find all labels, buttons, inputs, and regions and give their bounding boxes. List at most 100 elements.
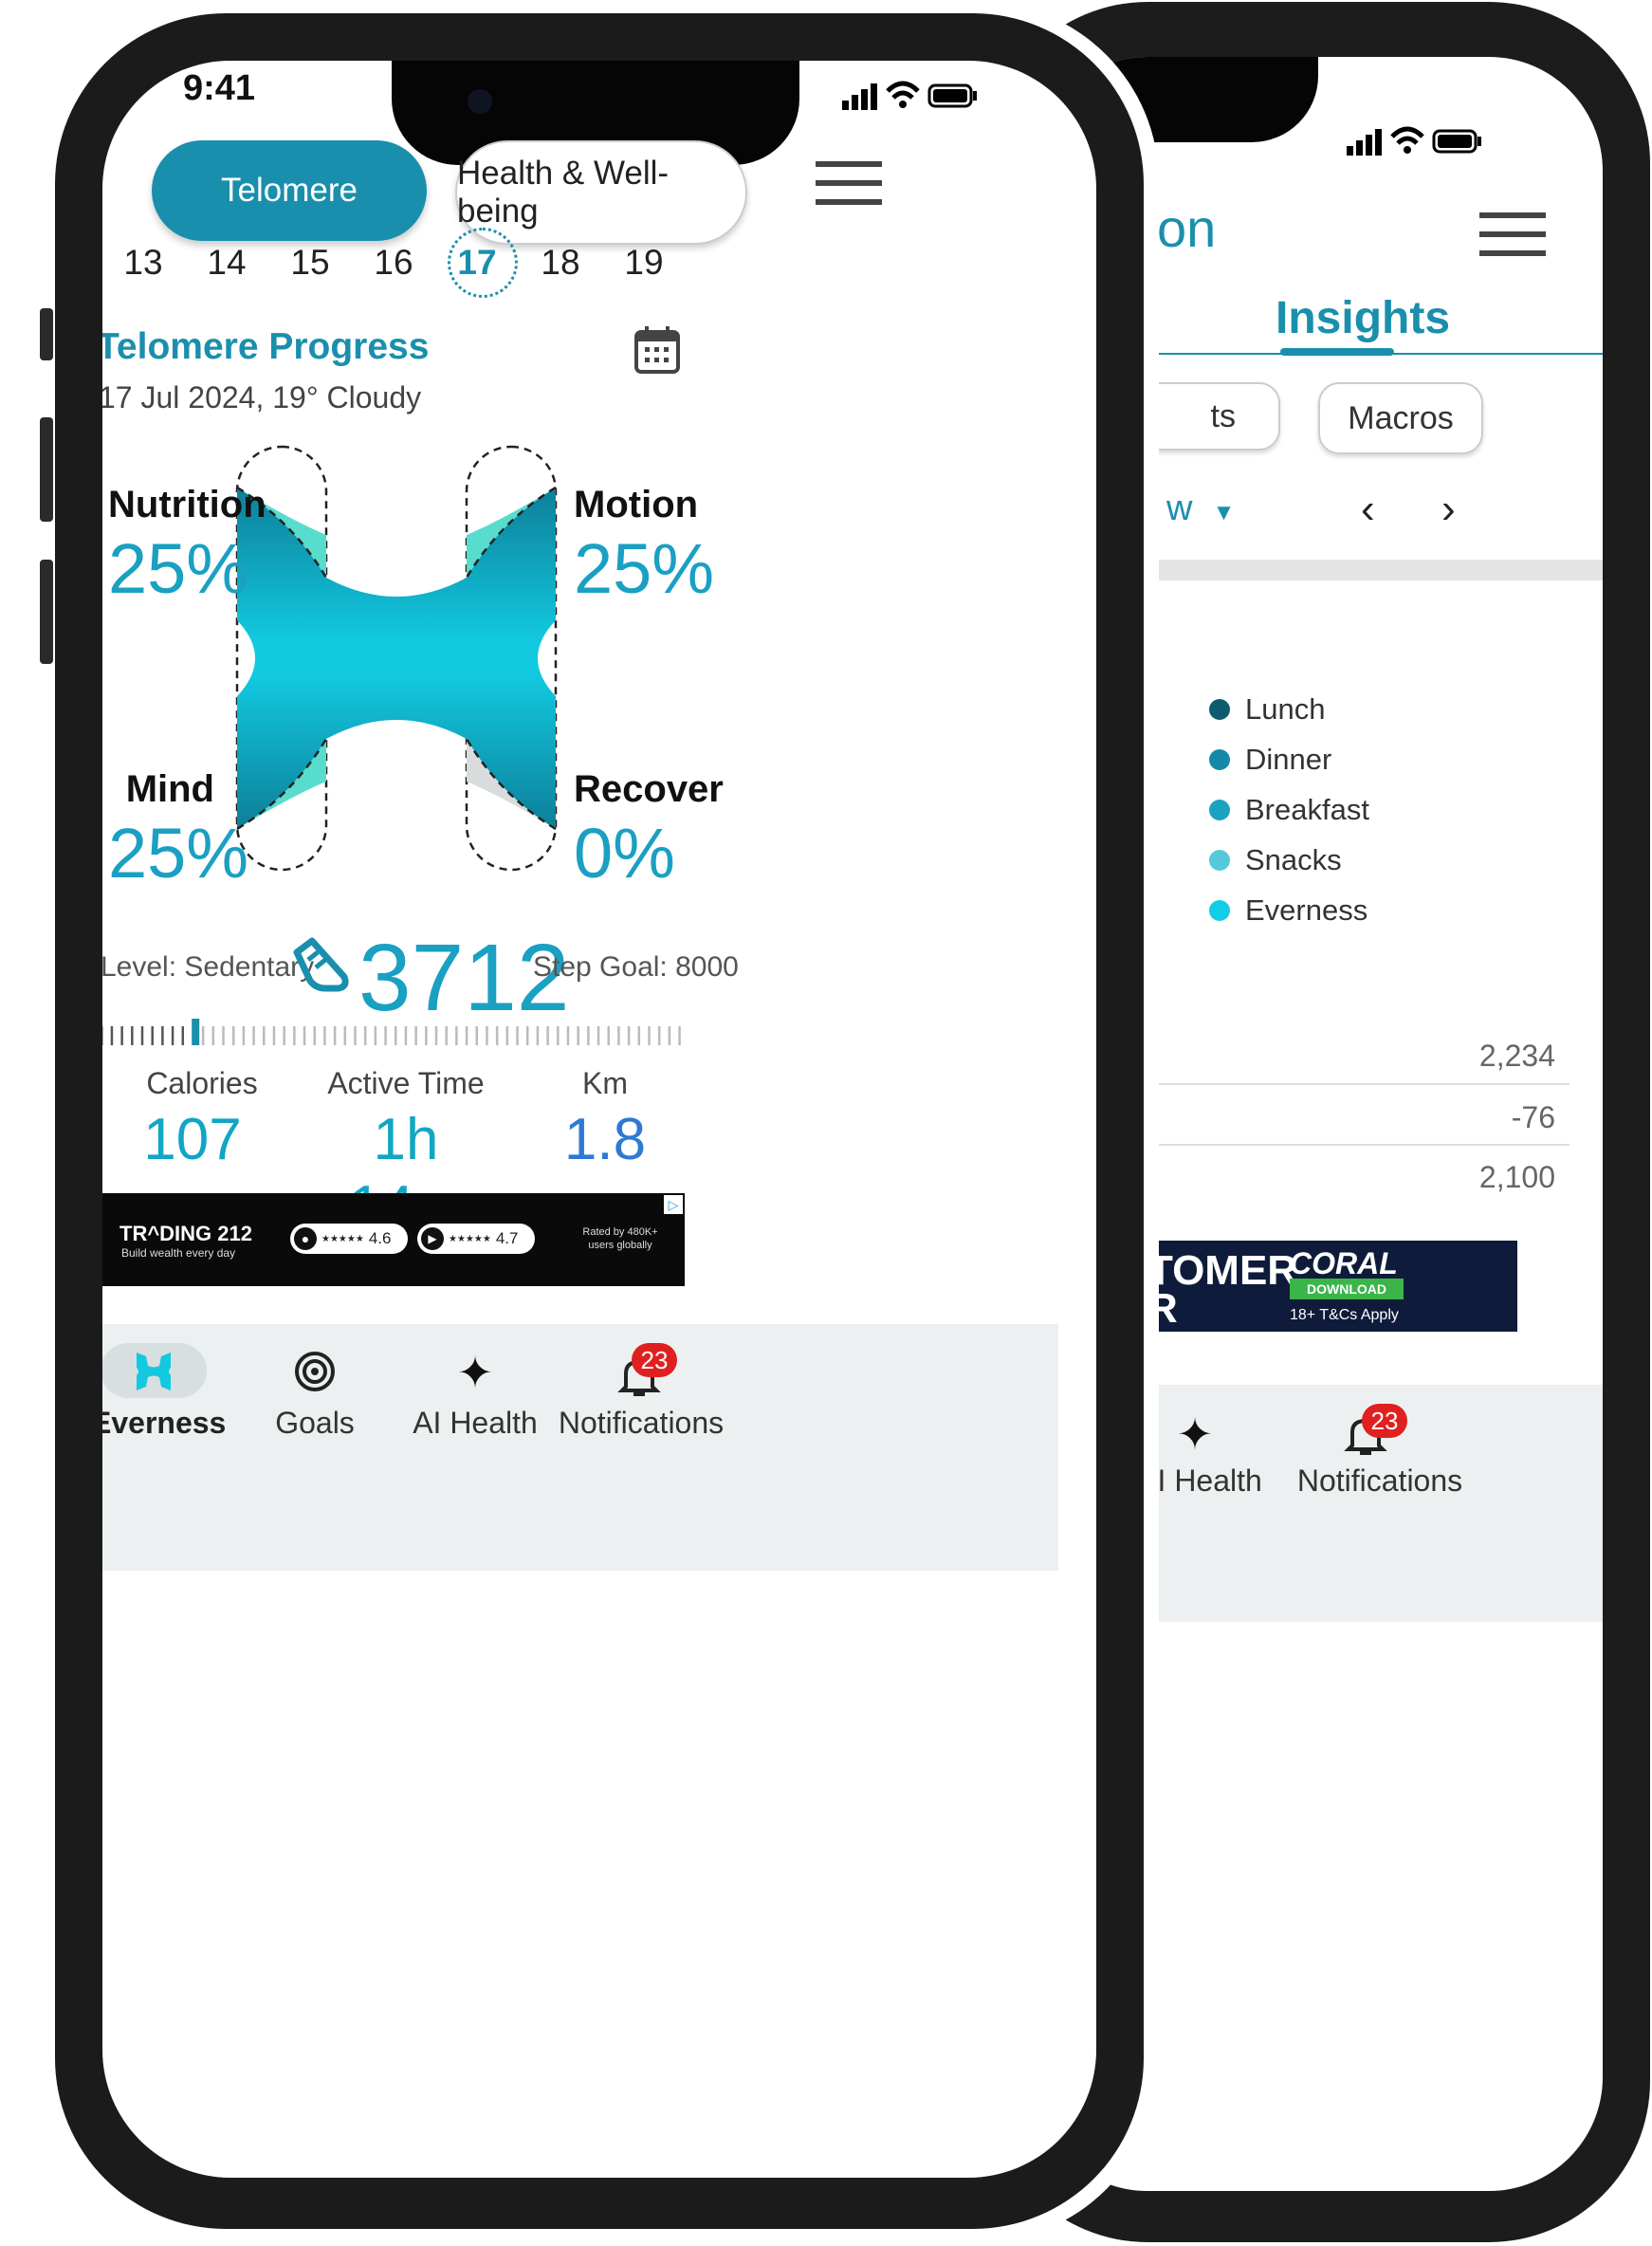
bottom-nav xyxy=(102,1324,1058,1571)
step-tick xyxy=(404,1026,408,1045)
side-button xyxy=(40,308,53,360)
ad-download-button[interactable]: DOWNLOAD xyxy=(1290,1279,1404,1299)
date-item-selected[interactable]: 17 xyxy=(444,243,510,283)
step-tick xyxy=(495,1026,499,1045)
ad-text: TOMER R xyxy=(1147,1247,1298,1332)
step-tick xyxy=(363,1026,367,1045)
step-tick xyxy=(102,1026,103,1045)
step-tick xyxy=(395,1026,397,1045)
step-tick xyxy=(668,1026,671,1045)
step-tick xyxy=(374,1026,377,1045)
step-tick xyxy=(486,1026,488,1045)
step-tick xyxy=(211,1026,215,1045)
km-value: 1.8 xyxy=(563,1107,647,1172)
notification-badge: 23 xyxy=(1362,1404,1407,1438)
divider-bar xyxy=(1147,560,1603,580)
step-tick xyxy=(323,1026,326,1045)
step-tick xyxy=(637,1026,641,1045)
step-tick xyxy=(648,1026,651,1045)
row-value: 2,234 xyxy=(1478,1039,1555,1073)
step-tick xyxy=(657,1026,661,1045)
step-tick xyxy=(151,1026,154,1045)
nav-ai-health[interactable]: AI Health xyxy=(404,1406,546,1441)
target-icon[interactable] xyxy=(294,1351,336,1392)
step-progress-marker xyxy=(192,1019,200,1045)
play-store-icon: ▶ xyxy=(421,1227,444,1250)
step-tick xyxy=(678,1026,681,1045)
prev-arrow-icon[interactable]: ‹ xyxy=(1361,486,1375,533)
step-tick xyxy=(354,1026,357,1045)
step-tick xyxy=(434,1026,438,1045)
menu-icon[interactable] xyxy=(1479,211,1546,258)
tab-telomere[interactable]: Telomere xyxy=(152,140,427,241)
date-item[interactable]: 16 xyxy=(360,243,427,283)
step-tick xyxy=(242,1026,246,1045)
date-item[interactable]: 18 xyxy=(527,243,594,283)
calories-value: 107 xyxy=(143,1107,242,1172)
step-tick xyxy=(414,1026,417,1045)
sparkle-icon[interactable]: ✦ xyxy=(451,1349,499,1396)
date-item[interactable]: 13 xyxy=(110,243,176,283)
sparkle-icon[interactable]: ✦ xyxy=(1147,1408,1242,1459)
menu-icon[interactable] xyxy=(638,158,705,215)
nav-notifications[interactable]: Notifications xyxy=(556,1406,726,1441)
step-tick xyxy=(181,1026,185,1045)
step-tick xyxy=(201,1026,205,1045)
step-tick xyxy=(617,1026,620,1045)
legend-item: Everness xyxy=(1209,893,1367,928)
date-item[interactable]: 15 xyxy=(277,243,343,283)
ad-brand: TR^DING 212 xyxy=(119,1222,252,1245)
ad-brand: CORAL xyxy=(1290,1246,1398,1280)
ad-banner[interactable]: TR^DING 212 Build wealth every day ● ★★★… xyxy=(102,1193,685,1286)
view-dropdown[interactable]: w ▼ xyxy=(1166,488,1235,529)
step-tick xyxy=(607,1026,610,1045)
legend-item: Breakfast xyxy=(1209,793,1369,827)
step-tick xyxy=(557,1026,560,1045)
macros-pill[interactable]: Macros xyxy=(1318,382,1483,454)
ad-note: Rated by 480K+ users globally xyxy=(582,1226,658,1251)
date-item[interactable]: 14 xyxy=(193,243,260,283)
step-tick xyxy=(566,1026,570,1045)
nav-everness[interactable]: Everness xyxy=(102,1406,226,1441)
step-tick xyxy=(303,1026,306,1045)
step-tick xyxy=(313,1026,316,1045)
calories-label: Calories xyxy=(146,1066,258,1100)
nav-goals[interactable]: Goals xyxy=(267,1406,362,1441)
step-tick xyxy=(587,1026,590,1045)
step-tick xyxy=(445,1026,448,1045)
step-tick xyxy=(475,1026,479,1045)
step-tick xyxy=(597,1026,600,1045)
step-tick xyxy=(455,1026,458,1045)
progress-title: Telomere Progress xyxy=(102,326,430,367)
active-time-label: Active Time xyxy=(327,1066,485,1100)
date-item[interactable]: 19 xyxy=(611,243,677,283)
ad-banner[interactable]: TOMER R CORAL DOWNLOAD 18+ T&Cs Apply xyxy=(1147,1241,1517,1332)
step-tick xyxy=(171,1026,174,1045)
telomere-x-logo xyxy=(235,445,558,872)
ad-choices-icon[interactable]: ▷ xyxy=(664,1195,683,1214)
ios-rating-pill: ● ★★★★★ 4.6 xyxy=(290,1224,408,1254)
step-tick xyxy=(140,1026,144,1045)
row-value: -76 xyxy=(1511,1100,1555,1134)
motion-value: 25% xyxy=(574,529,715,608)
hamburger-menu-icon[interactable] xyxy=(816,161,882,205)
calendar-icon[interactable] xyxy=(633,324,681,376)
step-tick xyxy=(283,1026,285,1045)
step-tick xyxy=(161,1026,164,1045)
recover-value: 0% xyxy=(574,814,675,893)
legend-item: Lunch xyxy=(1209,692,1325,727)
step-tick xyxy=(384,1026,387,1045)
step-tick xyxy=(627,1026,631,1045)
km-label: Km xyxy=(582,1066,628,1100)
shoe-icon xyxy=(287,933,354,1000)
everness-logo-icon[interactable] xyxy=(135,1351,173,1392)
tab-insights[interactable]: Insights xyxy=(1276,292,1450,344)
tab-indicator xyxy=(1280,348,1394,356)
side-button xyxy=(40,417,53,522)
step-tick xyxy=(120,1026,123,1045)
nav-notifications[interactable]: Notifications xyxy=(1285,1464,1475,1499)
notification-badge: 23 xyxy=(632,1343,677,1377)
step-progress-ticks xyxy=(102,1019,688,1047)
step-goal: Step Goal: 8000 xyxy=(533,951,739,983)
next-arrow-icon[interactable]: › xyxy=(1441,486,1456,533)
